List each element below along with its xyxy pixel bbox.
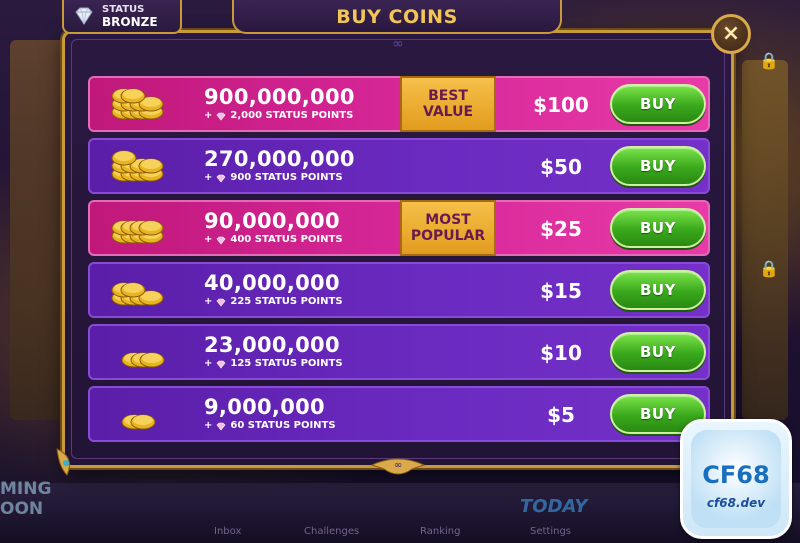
plus-sign: +: [204, 296, 213, 307]
price-label: $50: [540, 155, 582, 179]
coin-stack-icon: [121, 352, 165, 368]
status-points-line: +225 STATUS POINTS: [204, 295, 343, 309]
offer-badge: MOST POPULAR: [400, 200, 496, 256]
status-texts: STATUS BRONZE: [102, 4, 158, 28]
status-points: 2,000 STATUS POINTS: [230, 110, 354, 121]
lock-icon: 🔒: [759, 51, 779, 70]
coin-stack-icon: [111, 150, 164, 182]
price-label: $5: [547, 403, 575, 427]
background-game-tile-left: [10, 40, 70, 420]
background-nav-settings: Settings: [530, 526, 572, 537]
diamond-icon: [216, 236, 226, 244]
plus-sign: +: [204, 420, 213, 431]
offer-row: 900,000,000 +2,000 STATUS POINTS BEST VALUE…: [88, 76, 710, 132]
lock-icon: 🔒: [759, 259, 779, 278]
background-nav-challenges: Challenges: [304, 526, 360, 537]
logo-inner: CF68 cf68.dev: [691, 430, 781, 528]
background-nav-inbox: Inbox: [214, 526, 242, 537]
buy-label: BUY: [640, 219, 676, 237]
close-icon: ×: [721, 21, 741, 46]
buy-button[interactable]: BUY: [610, 84, 706, 124]
amount-block: 90,000,000 +400 STATUS POINTS: [204, 209, 343, 247]
buy-button[interactable]: BUY: [610, 270, 706, 310]
buy-button[interactable]: BUY: [610, 332, 706, 372]
bottom-ornament-icon: ∞: [370, 458, 426, 475]
coin-stack-icon: [111, 282, 164, 306]
badge-line-2: POPULAR: [410, 228, 486, 244]
buy-label: BUY: [640, 343, 676, 361]
diamond-icon: [216, 112, 226, 120]
coin-amount: 40,000,000: [204, 271, 340, 295]
corner-ornament-icon: [56, 448, 70, 476]
amount-block: 40,000,000 +225 STATUS POINTS: [204, 271, 343, 309]
diamond-icon: [75, 7, 93, 25]
plus-sign: +: [204, 172, 213, 183]
close-button[interactable]: ×: [711, 14, 751, 54]
offer-badge: BEST VALUE: [400, 76, 496, 132]
infinity-ornament-icon: ∞: [392, 36, 404, 52]
logo-main-text: CF68: [702, 461, 770, 489]
status-points: 125 STATUS POINTS: [230, 358, 343, 369]
status-points-line: +125 STATUS POINTS: [204, 357, 343, 371]
diamond-icon: [216, 422, 226, 430]
coin-stack-icon: [111, 88, 164, 120]
buy-button[interactable]: BUY: [610, 146, 706, 186]
background-nav-ranking: Ranking: [420, 526, 461, 537]
price-label: $100: [533, 93, 589, 117]
offer-row: 270,000,000 +900 STATUS POINTS $50 BUY: [88, 138, 710, 194]
offer-row: 23,000,000 +125 STATUS POINTS $10 BUY: [88, 324, 710, 380]
buy-button[interactable]: BUY: [610, 208, 706, 248]
status-points-line: +60 STATUS POINTS: [204, 419, 336, 433]
plus-sign: +: [204, 110, 213, 121]
amount-block: 270,000,000 +900 STATUS POINTS: [204, 147, 355, 185]
status-points-line: +400 STATUS POINTS: [204, 233, 343, 247]
coin-amount: 23,000,000: [204, 333, 340, 357]
svg-text:∞: ∞: [394, 460, 402, 471]
plus-sign: +: [204, 358, 213, 369]
status-points: 225 STATUS POINTS: [230, 296, 343, 307]
coin-stack-icon: [111, 220, 164, 244]
offer-row: 40,000,000 +225 STATUS POINTS $15 BUY: [88, 262, 710, 318]
badge-line-1: MOST: [425, 212, 471, 228]
offer-row: 9,000,000 +60 STATUS POINTS $5 BUY: [88, 386, 710, 442]
plus-sign: +: [204, 234, 213, 245]
amount-block: 23,000,000 +125 STATUS POINTS: [204, 333, 343, 371]
status-points: 400 STATUS POINTS: [230, 234, 343, 245]
status-tier: BRONZE: [102, 15, 158, 29]
buy-label: BUY: [640, 405, 676, 423]
buy-label: BUY: [640, 281, 676, 299]
coin-amount: 9,000,000: [204, 395, 325, 419]
buy-label: BUY: [640, 95, 676, 113]
coin-stack-icon: [121, 414, 156, 430]
coin-amount: 900,000,000: [204, 85, 355, 109]
background-today-label: TODAY: [520, 496, 588, 517]
logo-sub-text: cf68.dev: [706, 496, 766, 510]
status-points: 60 STATUS POINTS: [230, 420, 336, 431]
coin-amount: 270,000,000: [204, 147, 355, 171]
page-title: BUY COINS: [336, 6, 458, 28]
diamond-icon: [216, 174, 226, 182]
coin-amount: 90,000,000: [204, 209, 340, 233]
badge-line-1: BEST: [428, 88, 468, 104]
amount-block: 9,000,000 +60 STATUS POINTS: [204, 395, 336, 433]
cf68-logo: CF68 cf68.dev: [680, 419, 792, 539]
price-label: $15: [540, 279, 582, 303]
price-label: $25: [540, 217, 582, 241]
background-game-tile-right: [742, 60, 788, 420]
amount-block: 900,000,000 +2,000 STATUS POINTS: [204, 85, 355, 123]
price-label: $10: [540, 341, 582, 365]
status-badge[interactable]: STATUS BRONZE: [62, 0, 182, 34]
status-points: 900 STATUS POINTS: [230, 172, 343, 183]
offer-row: 90,000,000 +400 STATUS POINTS MOST POPULAR $…: [88, 200, 710, 256]
status-points-line: +900 STATUS POINTS: [204, 171, 355, 185]
header-tab: BUY COINS: [232, 0, 562, 34]
diamond-icon: [216, 298, 226, 306]
diamond-icon: [216, 360, 226, 368]
background-left-text: MING OON: [0, 479, 52, 519]
badge-line-2: VALUE: [422, 104, 474, 120]
buy-label: BUY: [640, 157, 676, 175]
status-points-line: +2,000 STATUS POINTS: [204, 109, 355, 123]
